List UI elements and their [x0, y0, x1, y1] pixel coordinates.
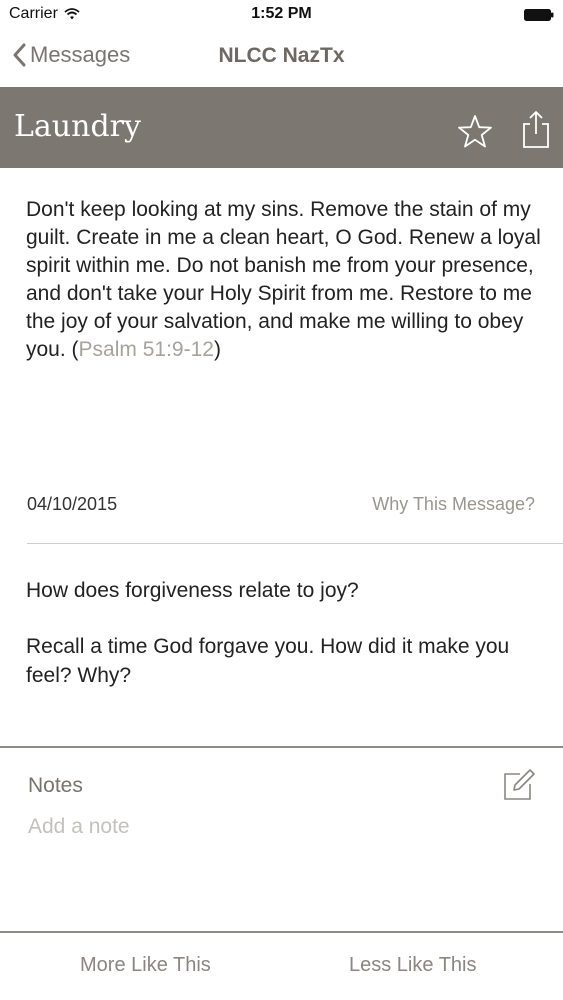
- divider: [27, 543, 563, 544]
- share-icon[interactable]: [520, 110, 552, 150]
- nav-title: NLCC NazTx: [218, 44, 345, 67]
- star-icon[interactable]: [457, 114, 493, 150]
- battery-icon: [524, 9, 554, 21]
- status-bar: Carrier 1:52 PM: [0, 0, 563, 30]
- add-note-input[interactable]: [26, 811, 530, 843]
- bottom-toolbar: More Like This Less Like This: [0, 933, 563, 1000]
- navigation-bar: Messages NLCC NazTx: [0, 30, 563, 87]
- reflection-question: How does forgiveness relate to joy?: [26, 579, 359, 602]
- scripture-reference-link[interactable]: Psalm 51:9-12: [79, 338, 214, 361]
- more-like-this-button[interactable]: More Like This: [80, 954, 211, 977]
- message-body: Don't keep looking at my sins. Remove th…: [26, 196, 541, 364]
- message-date: 04/10/2015: [27, 494, 118, 514]
- message-text: Don't keep looking at my sins. Remove th…: [26, 198, 541, 361]
- category-title: Laundry: [14, 109, 141, 144]
- notes-label: Notes: [28, 774, 83, 797]
- divider: [0, 746, 563, 748]
- why-this-message-link[interactable]: Why This Message?: [372, 494, 535, 515]
- compose-icon[interactable]: [500, 768, 536, 804]
- reflection-question: Recall a time God forgave you. How did i…: [26, 635, 510, 687]
- message-text-end: ): [213, 338, 221, 361]
- status-time: 1:52 PM: [251, 5, 312, 22]
- less-like-this-button[interactable]: Less Like This: [349, 954, 476, 977]
